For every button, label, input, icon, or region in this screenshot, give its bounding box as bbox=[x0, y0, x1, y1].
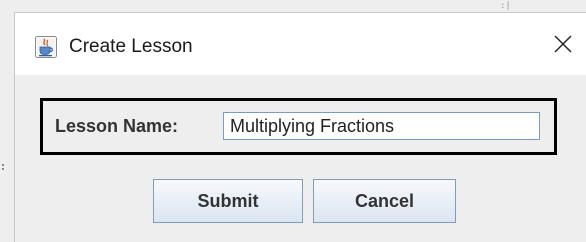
dialog-title: Create Lesson bbox=[69, 36, 193, 57]
background-window-edge bbox=[2, 164, 8, 170]
dialog-content: Lesson Name: Submit Cancel bbox=[15, 75, 586, 242]
close-button[interactable] bbox=[546, 29, 580, 63]
lesson-name-label: Lesson Name: bbox=[55, 116, 179, 136]
create-lesson-dialog: Create Lesson Lesson Name: Submit Cancel bbox=[14, 12, 586, 242]
lesson-name-input[interactable] bbox=[223, 112, 540, 140]
submit-button[interactable]: Submit bbox=[153, 179, 303, 223]
lesson-name-panel: Lesson Name: bbox=[40, 98, 557, 155]
background-window-fragment: :| bbox=[500, 1, 511, 11]
cancel-button[interactable]: Cancel bbox=[313, 179, 456, 223]
close-icon bbox=[553, 34, 573, 59]
dialog-titlebar[interactable]: Create Lesson bbox=[15, 13, 586, 75]
java-coffee-cup-icon bbox=[35, 36, 57, 58]
screen: :| Create Lesson Lesson Name: Multiplyin… bbox=[0, 0, 586, 242]
